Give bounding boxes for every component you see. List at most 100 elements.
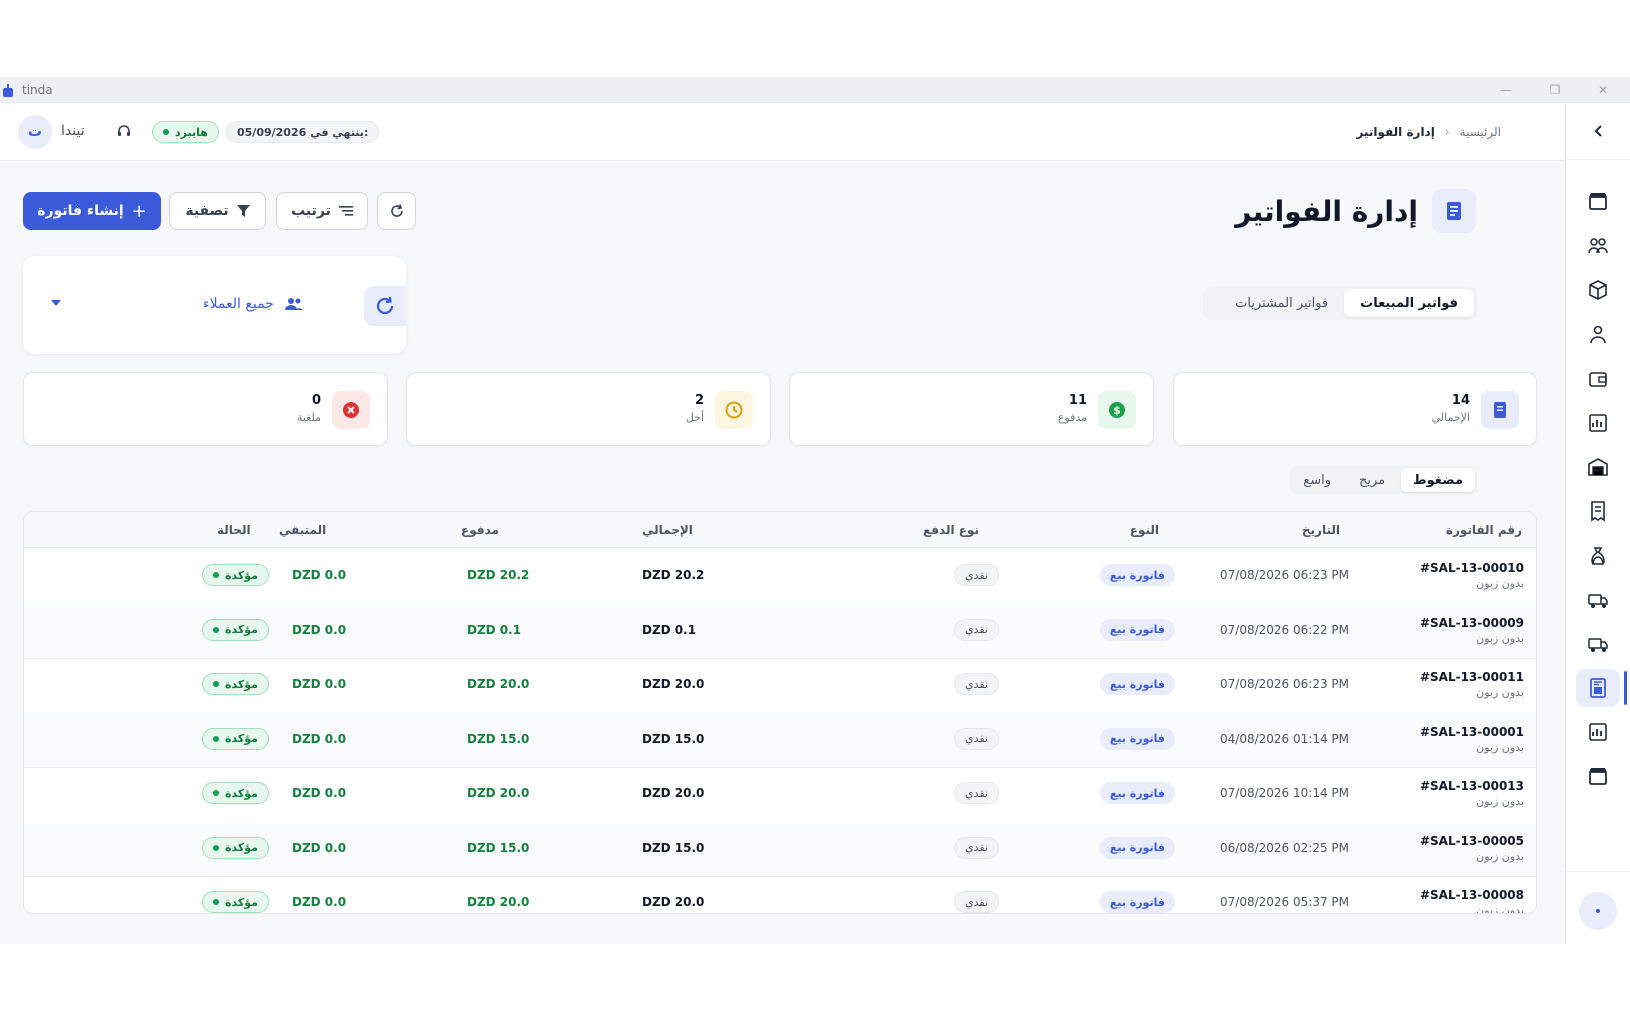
density-toggle: مضغوط مريح واسع: [1289, 466, 1477, 494]
status-dot: [1596, 909, 1600, 913]
delivery-icon: [1588, 594, 1608, 608]
column-invoice-no[interactable]: رقم الفاتورة: [1446, 523, 1522, 537]
sidebar-item-receipt[interactable]: [1576, 492, 1620, 530]
sidebar-item-report[interactable]: [1576, 404, 1620, 442]
column-paid[interactable]: مدفوع: [461, 523, 499, 537]
stat-label: أجل: [685, 411, 704, 424]
invoices-table: رقم الفاتورة التاريخ النوع نوع الدفع الإ…: [23, 511, 1537, 914]
filter-label: تصفية: [185, 203, 229, 219]
table-row[interactable]: #SAL-13-00001 بدون زبون 04/08/2026 01:14 P…: [24, 711, 1536, 768]
page-title: إدارة الفواتير: [1235, 194, 1418, 228]
table-row[interactable]: #SAL-13-00008 بدون زبون 07/08/2026 05:37 P…: [24, 875, 1536, 914]
invoice-number[interactable]: #SAL-13-00001: [1420, 725, 1524, 739]
column-date[interactable]: التاريخ: [1302, 523, 1340, 537]
invoice-remaining: DZD 0.0: [292, 895, 347, 909]
column-payment-type[interactable]: نوع الدفع: [923, 523, 979, 537]
type-badge: فاتورة بيع: [1099, 836, 1175, 859]
sidebar-toggle[interactable]: [1566, 103, 1630, 160]
invoice-number[interactable]: #SAL-13-00005: [1420, 834, 1524, 848]
status-dot: [213, 844, 219, 851]
sidebar-item-truck[interactable]: [1576, 625, 1620, 663]
column-type[interactable]: النوع: [1130, 523, 1159, 537]
sidebar-item-invoices[interactable]: [1576, 669, 1627, 708]
invoice-remaining: DZD 0.0: [292, 568, 347, 582]
avatar[interactable]: ت: [18, 115, 52, 149]
invoice-number[interactable]: #SAL-13-00013: [1420, 779, 1524, 793]
status-label: مؤكدة: [225, 895, 258, 909]
payment-badge: نقدي: [953, 727, 999, 750]
customers-icon: [1588, 238, 1608, 254]
breadcrumb-home[interactable]: الرئيسية: [1460, 125, 1501, 139]
invoice-paid: DZD 0.1: [467, 622, 522, 637]
sidebar-item-money-bag[interactable]: [1576, 537, 1620, 575]
filter-refresh-button[interactable]: [364, 286, 406, 326]
store-icon: [1589, 193, 1607, 210]
customer-select[interactable]: جميع العملاء: [203, 296, 304, 312]
minimize-icon[interactable]: —: [1497, 81, 1515, 99]
refresh-icon: [376, 296, 394, 315]
invoice-number[interactable]: #SAL-13-00009: [1420, 616, 1524, 630]
tab-sales-invoices[interactable]: فواتير المبيعات: [1344, 289, 1474, 317]
user-name[interactable]: تيندا: [61, 123, 85, 139]
sort-button[interactable]: ترتيب: [276, 192, 368, 230]
invoice-total: DZD 20.0: [642, 677, 705, 691]
sidebar-item-box[interactable]: [1576, 271, 1620, 309]
main-content: ت تيندا هايبرد 05/09/2026 ينتهي في: الرئ…: [0, 103, 1565, 944]
density-comfortable[interactable]: مريح: [1347, 468, 1397, 492]
density-compact[interactable]: مضغوط: [1401, 468, 1475, 492]
sidebar-status-button[interactable]: [1579, 892, 1617, 930]
close-icon[interactable]: ✕: [1594, 81, 1612, 99]
payment-badge: نقدي: [953, 891, 999, 913]
filter-button[interactable]: تصفية: [169, 192, 266, 230]
stat-value: 11: [1068, 393, 1087, 408]
type-badge: فاتورة بيع: [1099, 564, 1175, 586]
invoice-number[interactable]: #SAL-13-00010: [1420, 561, 1524, 575]
sidebar-item-customers[interactable]: [1576, 227, 1620, 265]
sidebar-item-users[interactable]: [1576, 316, 1620, 354]
invoice-remaining: DZD 0.0: [292, 840, 347, 855]
invoice-customer: بدون زبون: [1476, 904, 1524, 914]
sidebar-item-delivery[interactable]: [1576, 581, 1620, 619]
app-logo-icon: [3, 84, 13, 97]
breadcrumb-separator: ‹: [1444, 125, 1450, 139]
create-invoice-button[interactable]: إنشاء فاتورة +: [23, 192, 161, 230]
invoice-date: 07/08/2026 06:23 PM: [1220, 568, 1349, 582]
payment-badge: نقدي: [953, 782, 999, 804]
breadcrumb: الرئيسية ‹ إدارة الفواتير: [1357, 125, 1501, 139]
column-status[interactable]: الحالة: [217, 523, 251, 537]
payment-badge: نقدي: [953, 836, 999, 859]
table-row[interactable]: #SAL-13-00005 بدون زبون 06/08/2026 02:25 P…: [24, 820, 1536, 877]
dollar-icon: $: [1098, 391, 1136, 429]
sidebar-item-analytics[interactable]: [1576, 713, 1620, 751]
restore-icon[interactable]: ❐: [1546, 81, 1564, 99]
chevron-down-icon[interactable]: [51, 300, 61, 306]
invoice-number[interactable]: #SAL-13-00008: [1420, 888, 1524, 902]
stat-label: مدفوع: [1057, 411, 1087, 424]
invoice-customer: بدون زبون: [1476, 631, 1524, 645]
headset-icon[interactable]: [116, 123, 132, 139]
svg-text:$: $: [1113, 404, 1121, 417]
sidebar-item-store[interactable]: [1576, 183, 1620, 221]
stat-card-paid: $ 11 مدفوع: [789, 372, 1154, 446]
sidebar-item-wallet[interactable]: [1576, 360, 1620, 398]
stat-value: 2: [694, 393, 704, 408]
status-label: مؤكدة: [225, 841, 258, 854]
invoice-date: 07/08/2026 10:14 PM: [1220, 786, 1349, 800]
table-row[interactable]: #SAL-13-00011 بدون زبون 07/08/2026 06:23 P…: [24, 657, 1536, 713]
column-total[interactable]: الإجمالي: [642, 523, 693, 537]
invoice-number[interactable]: #SAL-13-00011: [1420, 670, 1524, 684]
analytics-icon: [1589, 723, 1607, 742]
column-remaining[interactable]: المتبقي: [279, 523, 326, 537]
refresh-button[interactable]: [377, 192, 416, 230]
sidebar-item-shop[interactable]: [1576, 758, 1620, 796]
table-row[interactable]: #SAL-13-00009 بدون زبون 07/08/2026 06:22 P…: [24, 602, 1536, 659]
invoice-paid: DZD 20.0: [467, 677, 530, 691]
table-row[interactable]: #SAL-13-00010 بدون زبون 07/08/2026 06:23 P…: [24, 548, 1536, 604]
tab-purchase-invoices[interactable]: فواتير المشتريات: [1219, 289, 1344, 317]
table-row[interactable]: #SAL-13-00013 بدون زبون 07/08/2026 10:14 P…: [24, 766, 1536, 822]
density-spacious[interactable]: واسع: [1291, 468, 1343, 492]
invoice-total: DZD 15.0: [642, 840, 705, 855]
customer-select-value: جميع العملاء: [203, 296, 274, 312]
sidebar-item-warehouse[interactable]: [1576, 448, 1620, 486]
plan-label: هايبرد: [175, 125, 208, 139]
